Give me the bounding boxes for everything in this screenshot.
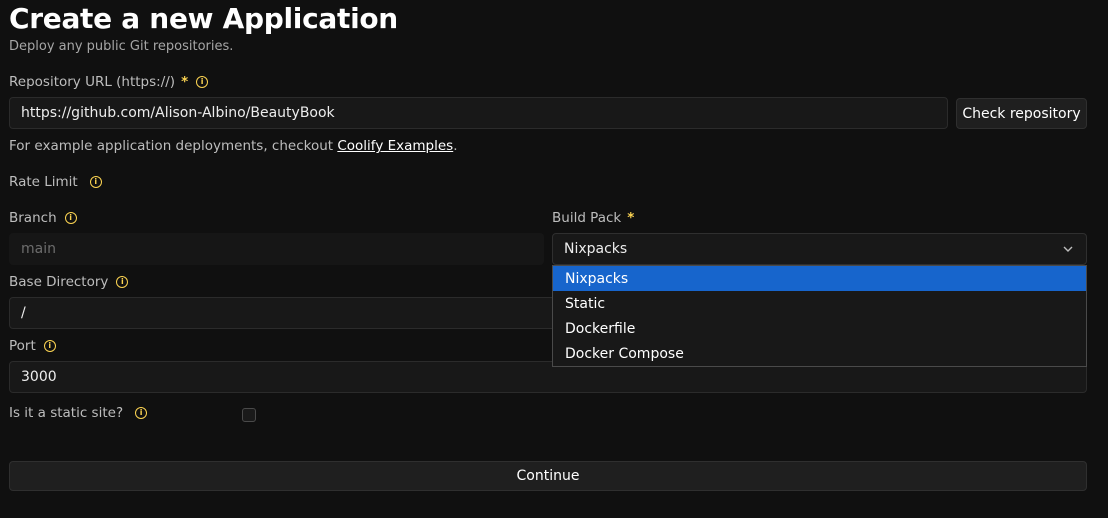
info-icon[interactable]: i [116,276,129,288]
info-icon[interactable]: i [64,212,77,224]
base-directory-label-text: Base Directory [9,274,109,290]
static-site-label-text: Is it a static site? [9,405,124,421]
info-icon[interactable]: i [89,176,102,188]
build-pack-selected-value: Nixpacks [564,241,628,257]
base-directory-label: Base Directory i [9,274,129,290]
build-pack-option-docker-compose[interactable]: Docker Compose [553,341,1086,366]
static-site-label: Is it a static site? i [9,405,148,421]
info-icon[interactable]: i [196,76,209,88]
port-label: Port i [9,338,56,354]
rate-limit-label: Rate Limit i [9,174,102,190]
required-mark: * [627,210,635,226]
info-icon[interactable]: i [43,340,56,352]
build-pack-label: Build Pack * [552,210,634,226]
coolify-examples-link[interactable]: Coolify Examples [337,138,453,154]
page-title: Create a new Application [9,2,398,35]
build-pack-option-static[interactable]: Static [553,291,1086,316]
helper-suffix: . [453,138,458,154]
repository-url-input[interactable]: https://github.com/Alison-Albino/BeautyB… [9,97,948,129]
repository-url-label: Repository URL (https://) * i [9,74,209,90]
build-pack-select[interactable]: Nixpacks [552,233,1087,265]
build-pack-option-dockerfile[interactable]: Dockerfile [553,316,1086,341]
check-repository-button[interactable]: Check repository [956,98,1087,129]
page-subtitle: Deploy any public Git repositories. [9,39,234,54]
repository-url-label-text: Repository URL (https://) [9,74,176,90]
chevron-down-icon [1063,246,1073,252]
required-mark: * [181,74,189,90]
build-pack-label-text: Build Pack [552,210,622,226]
helper-prefix: For example application deployments, che… [9,138,334,154]
create-application-page: Create a new Application Deploy any publ… [0,0,1108,518]
build-pack-dropdown: Nixpacks Static Dockerfile Docker Compos… [552,265,1087,367]
rate-limit-label-text: Rate Limit [9,174,78,190]
continue-button[interactable]: Continue [9,461,1087,491]
branch-label: Branch i [9,210,77,226]
build-pack-option-nixpacks[interactable]: Nixpacks [553,266,1086,291]
static-site-checkbox[interactable] [242,408,256,422]
branch-input[interactable]: main [9,233,544,265]
examples-helper-text: For example application deployments, che… [9,138,458,154]
branch-label-text: Branch [9,210,57,226]
info-icon[interactable]: i [135,407,148,419]
port-label-text: Port [9,338,36,354]
